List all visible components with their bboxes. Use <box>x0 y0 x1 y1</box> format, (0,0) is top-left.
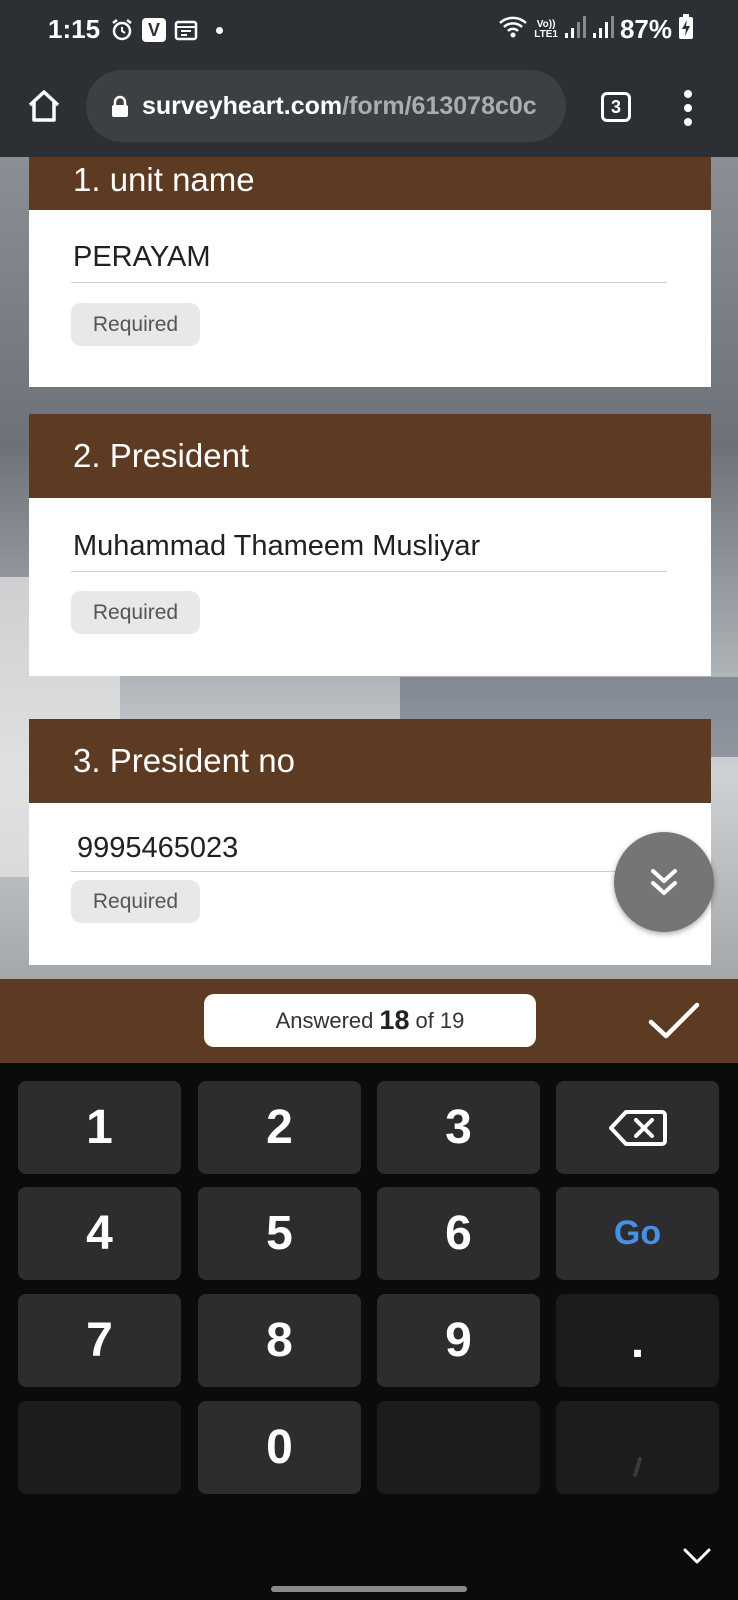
question-1-header: 1. unit name <box>29 157 711 210</box>
key-8[interactable]: 8 <box>198 1294 361 1387</box>
signal-icon-1 <box>564 15 586 44</box>
required-badge: Required <box>71 880 200 923</box>
scroll-down-button[interactable] <box>614 832 714 932</box>
menu-dot-icon <box>684 118 692 126</box>
signal-icon-2 <box>592 15 614 44</box>
question-title: 2. President <box>73 437 250 474</box>
submit-button[interactable] <box>648 1001 700 1041</box>
answered-count: 18 <box>379 1005 410 1035</box>
comma-icon <box>633 1457 642 1477</box>
answered-counter: Answered 18 of 19 <box>204 994 536 1047</box>
browser-toolbar: surveyheart.com/form/613078c0c 3 <box>0 62 738 157</box>
go-key[interactable]: Go <box>556 1187 719 1280</box>
lock-icon <box>112 95 128 117</box>
home-button[interactable] <box>24 86 64 126</box>
form-page: 1. unit name PERAYAM Required 2. Preside… <box>0 157 738 979</box>
menu-dot-icon <box>684 90 692 98</box>
key-9[interactable]: 9 <box>377 1294 540 1387</box>
status-bar: 1:15 V Vo)) LTE1 87% <box>0 0 738 62</box>
required-badge: Required <box>71 591 200 634</box>
status-time: 1:15 <box>48 14 101 44</box>
lte-label: Vo)) LTE1 <box>534 18 558 40</box>
key-3[interactable]: 3 <box>377 1081 540 1174</box>
battery-percent: 87% <box>619 14 672 44</box>
required-badge: Required <box>71 303 200 346</box>
answered-suffix: of 19 <box>415 1007 465 1033</box>
url-path: /form/613078c0c <box>342 91 537 120</box>
input-underline <box>71 282 667 283</box>
status-left-icons: V <box>110 18 223 42</box>
url-text: surveyheart.com/form/613078c0c <box>142 92 537 121</box>
url-host: surveyheart.com <box>142 91 343 120</box>
input-underline <box>71 871 667 872</box>
gesture-home-bar[interactable] <box>271 1586 467 1592</box>
keyboard-hide-icon[interactable] <box>682 1546 712 1566</box>
key-5[interactable]: 5 <box>198 1187 361 1280</box>
key-2[interactable]: 2 <box>198 1081 361 1174</box>
double-chevron-down-icon <box>651 869 677 895</box>
question-2-card: Muhammad Thameem Musliyar Required <box>29 498 711 676</box>
question-title: 1. unit name <box>73 160 255 198</box>
url-bar[interactable]: surveyheart.com/form/613078c0c <box>86 70 566 142</box>
key-6[interactable]: 6 <box>377 1187 540 1280</box>
home-icon <box>28 90 60 122</box>
key-1[interactable]: 1 <box>18 1081 181 1174</box>
question-1-card: PERAYAM Required <box>29 210 711 387</box>
progress-bar: Answered 18 of 19 <box>0 979 738 1063</box>
empty-key <box>377 1401 540 1494</box>
key-7[interactable]: 7 <box>18 1294 181 1387</box>
backspace-key[interactable] <box>556 1081 719 1174</box>
notification-dot-icon <box>216 26 223 34</box>
key-4[interactable]: 4 <box>18 1187 181 1280</box>
president-input[interactable]: Muhammad Thameem Musliyar <box>73 530 480 563</box>
unit-name-input[interactable]: PERAYAM <box>73 241 211 274</box>
tab-switcher-button[interactable]: 3 <box>601 92 631 122</box>
status-right: Vo)) LTE1 87% <box>498 14 694 45</box>
battery-charging-icon <box>678 14 694 45</box>
backspace-icon <box>608 1109 667 1146</box>
wifi-icon <box>498 15 528 44</box>
menu-dot-icon <box>684 104 692 112</box>
overflow-menu-button[interactable] <box>678 90 698 126</box>
decimal-key[interactable]: . <box>556 1294 719 1387</box>
calendar-icon <box>174 18 198 42</box>
key-0[interactable]: 0 <box>198 1401 361 1494</box>
president-no-input[interactable]: 9995465023 <box>77 832 238 865</box>
v-app-icon: V <box>142 18 166 42</box>
question-3-header: 3. President no <box>29 719 711 803</box>
empty-key <box>18 1401 181 1494</box>
alarm-icon <box>110 18 134 42</box>
answered-prefix: Answered <box>275 1007 374 1033</box>
question-3-card: 9995465023 Required <box>29 803 711 965</box>
comma-key[interactable] <box>556 1401 719 1494</box>
question-title: 3. President no <box>73 742 295 779</box>
input-underline <box>71 571 667 572</box>
numeric-keyboard: 1 2 3 4 5 6 Go 7 8 9 . 0 <box>0 1063 738 1600</box>
check-icon <box>648 1002 700 1039</box>
question-2-header: 2. President <box>29 414 711 498</box>
